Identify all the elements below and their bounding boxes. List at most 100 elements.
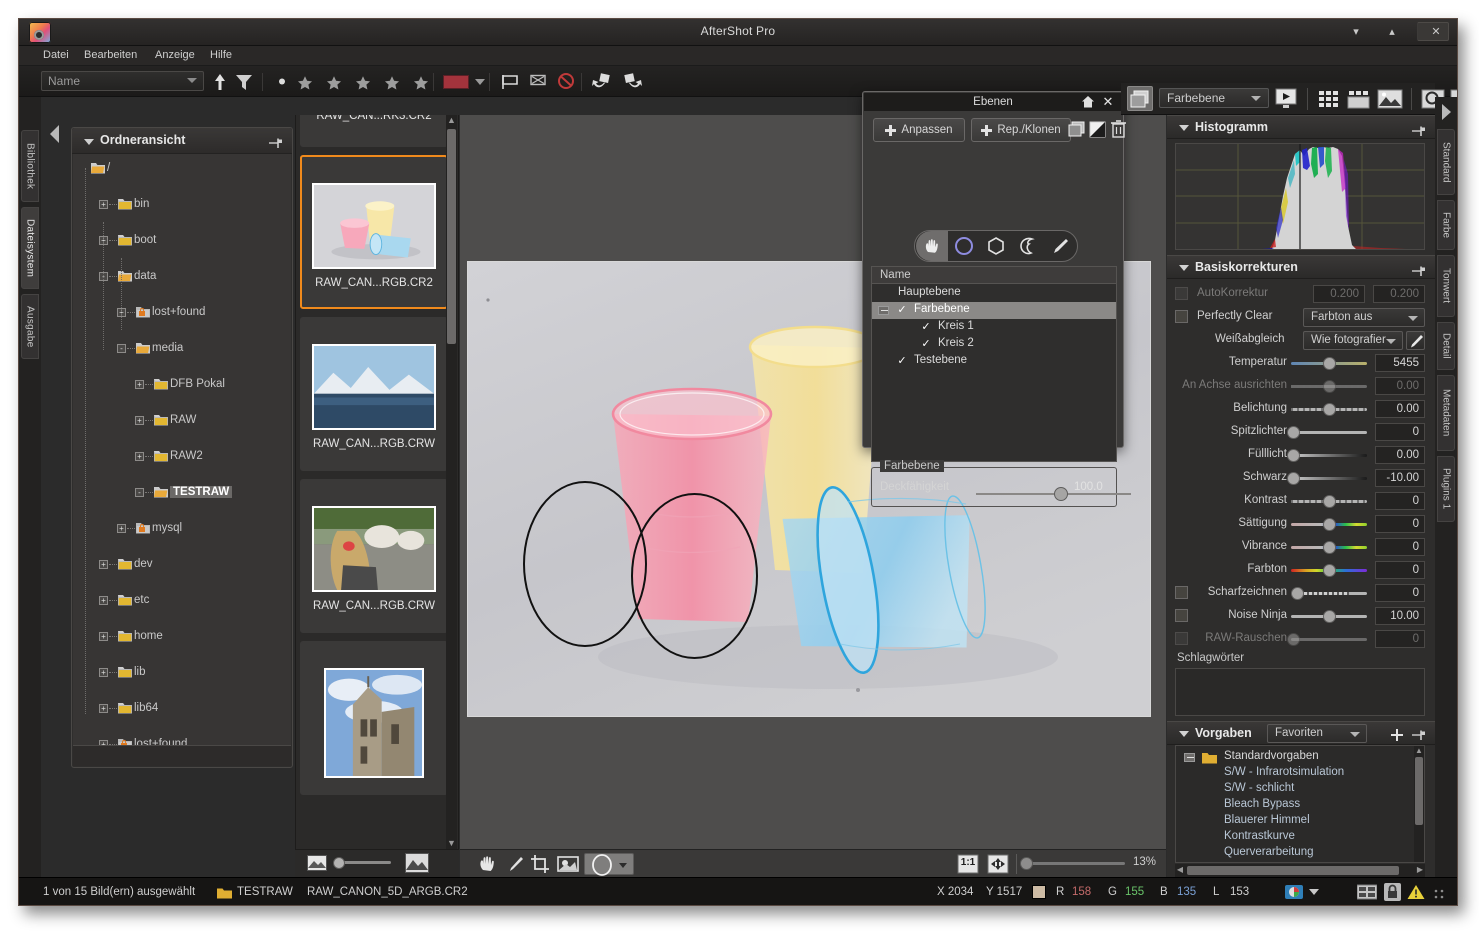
slider-value[interactable]: 0 bbox=[1375, 423, 1425, 441]
polygon-tool-icon[interactable] bbox=[980, 231, 1012, 261]
slider-knob[interactable] bbox=[1287, 426, 1300, 439]
folder-tree-item[interactable]: - TESTRAW bbox=[73, 484, 291, 502]
slider-knob[interactable] bbox=[1287, 472, 1300, 485]
autokorrektur-checkbox[interactable] bbox=[1175, 287, 1188, 300]
presets-hscroll-thumb[interactable] bbox=[1187, 866, 1399, 875]
collapse-right-panel-button[interactable] bbox=[1438, 101, 1454, 123]
filmstrip-item[interactable]: RAW_CAN...RGB.CRW bbox=[300, 317, 448, 471]
folder-tree-item[interactable]: + boot bbox=[73, 232, 291, 250]
presets-panel-header[interactable]: Vorgaben Favoriten bbox=[1167, 721, 1435, 745]
presets-select[interactable]: Favoriten bbox=[1267, 724, 1367, 743]
thumbnail-size-slider-knob[interactable] bbox=[333, 857, 345, 869]
scroll-right-arrow-icon[interactable]: ▶ bbox=[1415, 865, 1425, 876]
region-ellipse-kreis-1[interactable] bbox=[523, 481, 647, 647]
eyedropper-icon[interactable] bbox=[504, 854, 526, 874]
slideshow-icon[interactable] bbox=[1274, 87, 1298, 110]
slider-knob[interactable] bbox=[1323, 380, 1336, 393]
slider-knob[interactable] bbox=[1323, 403, 1336, 416]
lock-icon[interactable] bbox=[1384, 883, 1401, 901]
slider-value[interactable]: 0 bbox=[1375, 538, 1425, 556]
color-profile-icon[interactable] bbox=[1285, 884, 1303, 900]
noise-ninja-checkbox[interactable] bbox=[1175, 609, 1188, 622]
pin-icon[interactable] bbox=[1412, 728, 1425, 740]
tree-expander-icon[interactable]: + bbox=[99, 596, 108, 605]
white-balance-eyedropper-icon[interactable] bbox=[1406, 331, 1425, 350]
right-tab-metadaten[interactable]: Metadaten bbox=[1437, 375, 1455, 451]
left-tab-dateisystem[interactable]: Dateisystem bbox=[21, 207, 39, 289]
funnel-icon[interactable] bbox=[233, 71, 255, 92]
pin-icon[interactable] bbox=[1412, 264, 1425, 276]
scroll-up-arrow-icon[interactable]: ▲ bbox=[1415, 746, 1423, 755]
star-3-icon[interactable] bbox=[355, 75, 371, 91]
rotate-right-icon[interactable] bbox=[619, 71, 645, 92]
cards-icon[interactable] bbox=[1356, 884, 1378, 900]
preset-collapse-icon[interactable] bbox=[1184, 753, 1195, 762]
perfectly-clear-select[interactable]: Farbton aus bbox=[1303, 308, 1425, 327]
no-entry-icon[interactable] bbox=[555, 71, 577, 92]
layer-tool-group[interactable] bbox=[914, 230, 1078, 262]
chevron-down-icon[interactable] bbox=[1309, 889, 1319, 895]
menu-item-datei[interactable]: Datei bbox=[43, 49, 69, 61]
filmstrip-item[interactable] bbox=[300, 641, 448, 795]
folder-tree-item[interactable]: + dev bbox=[73, 556, 291, 574]
layer-row[interactable]: ✓ Farbebene bbox=[872, 302, 1116, 319]
duplicate-layer-icon[interactable] bbox=[1068, 121, 1086, 138]
layers-list[interactable]: Name Hauptebene ✓ Farbebene ✓ Kreis 1 ✓ Kreis … bbox=[871, 266, 1117, 462]
arrow-up-icon[interactable] bbox=[209, 71, 231, 92]
rotate-left-icon[interactable] bbox=[589, 71, 615, 92]
folder-tree-item[interactable]: + lib bbox=[73, 664, 291, 682]
right-tab-farbe[interactable]: Farbe bbox=[1437, 200, 1455, 250]
presets-list[interactable]: Standardvorgaben S/W - Infrarotsimulation… bbox=[1175, 745, 1425, 863]
tree-expander-icon[interactable]: + bbox=[99, 632, 108, 641]
layer-visibility-checkbox[interactable]: ✓ bbox=[896, 304, 908, 316]
slider-value[interactable]: 0 bbox=[1375, 492, 1425, 510]
slider-value[interactable]: 0 bbox=[1375, 584, 1425, 602]
histogram-panel-header[interactable]: Histogramm bbox=[1167, 115, 1435, 139]
folder-tree-item[interactable]: + lost+found bbox=[73, 736, 291, 745]
dot-icon[interactable] bbox=[271, 71, 293, 92]
keywords-input[interactable] bbox=[1175, 668, 1425, 716]
region-ellipse-kreis-2[interactable] bbox=[631, 493, 758, 659]
single-image-view-icon[interactable] bbox=[1377, 88, 1403, 110]
zoom-slider-knob[interactable] bbox=[1020, 857, 1033, 870]
slider-knob[interactable] bbox=[1323, 357, 1336, 370]
preset-item[interactable]: Bleach Bypass bbox=[1176, 798, 1424, 814]
slider-value[interactable]: 0 bbox=[1375, 515, 1425, 533]
folder-tree-item[interactable]: / bbox=[73, 160, 291, 178]
minimize-button[interactable]: ▾ bbox=[1339, 22, 1373, 41]
preset-item[interactable]: Querverarbeitung bbox=[1176, 846, 1424, 862]
maximize-button[interactable]: ▴ bbox=[1375, 22, 1409, 41]
left-tab-ausgabe[interactable]: Ausgabe bbox=[21, 294, 39, 359]
filmstrip-item[interactable]: RAW_CAN...RGB.CRW bbox=[300, 479, 448, 633]
filmstrip-item[interactable]: RAW_CAN...RK3.CR2 bbox=[300, 115, 448, 147]
slider-value[interactable]: 5455 bbox=[1375, 354, 1425, 372]
basics-panel-header[interactable]: Basiskorrekturen bbox=[1167, 255, 1435, 279]
layer-row[interactable]: ✓ Kreis 2 bbox=[872, 336, 1116, 353]
slider-track[interactable] bbox=[1291, 477, 1367, 480]
hand-icon[interactable] bbox=[476, 854, 500, 874]
autokorrektur-value-1[interactable]: 0.200 bbox=[1313, 285, 1365, 303]
tree-expander-icon[interactable]: - bbox=[135, 488, 144, 497]
ellipse-tool-icon[interactable] bbox=[948, 231, 980, 261]
layer-visibility-checkbox[interactable]: ✓ bbox=[920, 338, 932, 350]
collapse-left-panel-button[interactable] bbox=[47, 122, 63, 146]
layer-select[interactable]: Farbebene bbox=[1159, 88, 1269, 108]
slider-track[interactable] bbox=[1291, 431, 1367, 434]
left-tab-bibliothek[interactable]: Bibliothek bbox=[21, 130, 39, 202]
right-tab-tonwert[interactable]: Tonwert bbox=[1437, 255, 1455, 317]
tree-expander-icon[interactable]: + bbox=[99, 704, 108, 713]
collapse-triangle-icon[interactable] bbox=[84, 139, 94, 145]
folder-tree-body[interactable]: / + bin + boot - data + lost+found - media + DFB Pok… bbox=[73, 154, 291, 745]
red-eye-icon[interactable] bbox=[556, 854, 580, 874]
menu-item-hilfe[interactable]: Hilfe bbox=[210, 49, 232, 61]
menu-item-bearbeiten[interactable]: Bearbeiten bbox=[84, 49, 137, 61]
slider-track[interactable] bbox=[1291, 638, 1367, 641]
right-tab-detail[interactable]: Detail bbox=[1437, 322, 1455, 370]
tree-expander-icon[interactable]: + bbox=[99, 668, 108, 677]
scroll-down-arrow-icon[interactable]: ▼ bbox=[447, 838, 456, 849]
close-button[interactable]: ✕ bbox=[1417, 22, 1449, 41]
folder-tree-item[interactable]: + etc bbox=[73, 592, 291, 610]
folder-tree-item[interactable]: + DFB Pokal bbox=[73, 376, 291, 394]
folder-tree-item[interactable]: + mysql bbox=[73, 520, 291, 538]
home-icon[interactable] bbox=[1081, 95, 1095, 109]
